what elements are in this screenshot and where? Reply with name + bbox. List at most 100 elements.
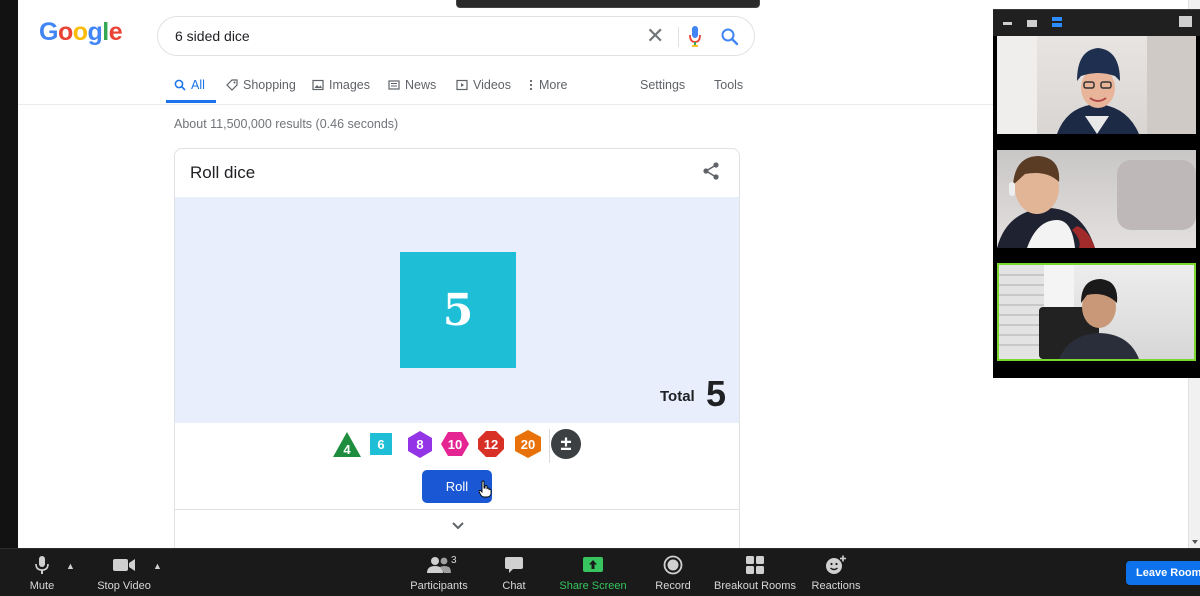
microphone-icon <box>27 555 57 575</box>
dice-separator <box>549 429 550 463</box>
tab-label: More <box>539 78 568 92</box>
participant-video-2[interactable] <box>997 150 1196 248</box>
tab-label: Tools <box>714 78 744 92</box>
total-value: 5 <box>706 373 727 414</box>
participants-button[interactable]: Participants <box>406 549 472 596</box>
search-input[interactable]: 6 sided dice <box>175 28 250 44</box>
total-label: Total <box>660 388 695 405</box>
d20-button[interactable]: 20 <box>513 429 543 459</box>
tab-shopping[interactable]: Shopping <box>226 78 296 92</box>
tag-icon <box>226 79 238 91</box>
d8-label: 8 <box>416 437 423 452</box>
breakout-rooms-button[interactable]: Breakout Rooms <box>714 549 796 596</box>
google-logo[interactable]: Google <box>39 18 123 47</box>
record-button[interactable]: Record <box>652 549 694 596</box>
participants-label: Participants <box>410 580 468 592</box>
d4-button[interactable]: 4 <box>332 429 362 459</box>
video-panel-toolbar <box>993 10 1200 36</box>
share-top-bar <box>456 0 760 8</box>
reactions-button[interactable]: Reactions <box>810 549 862 596</box>
dice-roller-card: Roll dice 5 Total 5 4 6 8 10 12 20 ± Rol… <box>174 148 740 548</box>
card-footer-divider <box>175 509 739 510</box>
card-title: Roll dice <box>190 163 256 182</box>
d4-label: 4 <box>343 442 351 457</box>
stop-video-label: Stop Video <box>97 580 151 592</box>
video-options-caret-icon[interactable]: ▲ <box>153 561 162 571</box>
plus-minus-icon: ± <box>560 432 572 455</box>
tab-label: Settings <box>640 78 686 92</box>
participants-count: 3 <box>451 555 457 566</box>
exit-panel-icon[interactable] <box>1179 16 1192 27</box>
newspaper-icon <box>388 80 400 90</box>
emoji-add-icon <box>821 555 851 575</box>
d20-label: 20 <box>521 437 535 452</box>
hexagon-icon: 20 <box>515 430 541 458</box>
tab-label: News <box>405 78 437 92</box>
participant-1-image <box>997 36 1196 134</box>
leave-room-button[interactable]: Leave Room <box>1126 561 1200 585</box>
gallery-view-icon-lower <box>1052 23 1062 27</box>
search-icon[interactable] <box>720 27 740 47</box>
participants-icon <box>424 555 454 575</box>
participant-2-image <box>997 156 1196 248</box>
breakout-rooms-icon <box>740 555 770 575</box>
dice-type-selector: 4 6 8 10 12 20 ± <box>175 427 739 463</box>
tab-settings[interactable]: Settings <box>640 78 685 92</box>
microphone-icon[interactable] <box>688 25 702 49</box>
audio-options-caret-icon[interactable]: ▲ <box>66 561 75 571</box>
play-icon <box>456 79 468 91</box>
tab-all[interactable]: All <box>174 78 205 92</box>
octagon-icon: 12 <box>478 431 504 457</box>
clear-icon[interactable]: ✕ <box>646 25 664 47</box>
zoom-window: Google 6 sided dice ✕ All Shopping Image… <box>0 0 1200 596</box>
d6-button[interactable]: 6 <box>370 433 392 455</box>
hand-cursor-icon <box>478 480 492 498</box>
participant-video-3-active-speaker[interactable] <box>997 263 1196 361</box>
tab-label: Images <box>329 78 370 92</box>
record-icon <box>658 555 688 575</box>
d12-label: 12 <box>484 437 498 452</box>
d10-button[interactable]: 10 <box>440 429 470 459</box>
tab-tools[interactable]: Tools <box>714 78 743 92</box>
tab-more[interactable]: More <box>528 78 567 92</box>
tab-videos[interactable]: Videos <box>456 78 511 92</box>
mute-button[interactable]: Mute <box>24 549 60 596</box>
single-view-icon[interactable] <box>1027 20 1037 27</box>
left-strip <box>0 0 18 548</box>
zoom-meeting-controls: Mute ▲ Stop Video ▲ Participants 3 Chat <box>0 548 1200 596</box>
search-box[interactable]: 6 sided dice ✕ <box>157 16 755 56</box>
search-divider <box>678 27 679 47</box>
logo-letter-o2: o <box>72 18 88 46</box>
image-icon <box>312 79 324 91</box>
dice-display-area: 5 Total 5 <box>175 197 739 423</box>
search-icon <box>174 79 186 91</box>
tab-images[interactable]: Images <box>312 78 370 92</box>
tab-news[interactable]: News <box>388 78 436 92</box>
tab-label: Videos <box>473 78 511 92</box>
mute-label: Mute <box>29 580 55 592</box>
share-screen-button[interactable]: Share Screen <box>558 549 628 596</box>
more-vert-icon <box>529 79 533 91</box>
modifier-button[interactable]: ± <box>551 429 581 459</box>
video-panel <box>993 9 1200 378</box>
die-value: 5 <box>442 284 474 336</box>
gallery-view-icon[interactable] <box>1052 17 1062 21</box>
logo-letter-g2: g <box>87 18 103 46</box>
share-icon[interactable] <box>701 161 721 181</box>
results-count: About 11,500,000 results (0.46 seconds) <box>174 117 399 131</box>
video-camera-icon <box>109 555 139 575</box>
chat-button[interactable]: Chat <box>497 549 531 596</box>
d12-button[interactable]: 12 <box>476 429 506 459</box>
hexagon-icon: 8 <box>408 431 432 458</box>
d6-label: 6 <box>377 436 385 452</box>
minimize-icon[interactable] <box>1003 22 1012 25</box>
chevron-down-icon[interactable] <box>451 521 465 531</box>
logo-letter-g: G <box>39 18 58 46</box>
participant-video-1[interactable] <box>997 36 1196 134</box>
stop-video-button[interactable]: Stop Video <box>92 549 156 596</box>
chat-label: Chat <box>502 580 526 592</box>
participant-3-image <box>999 265 1139 359</box>
d8-button[interactable]: 8 <box>405 429 435 459</box>
d10-label: 10 <box>448 437 462 452</box>
scroll-down-arrow-icon[interactable] <box>1192 540 1198 544</box>
